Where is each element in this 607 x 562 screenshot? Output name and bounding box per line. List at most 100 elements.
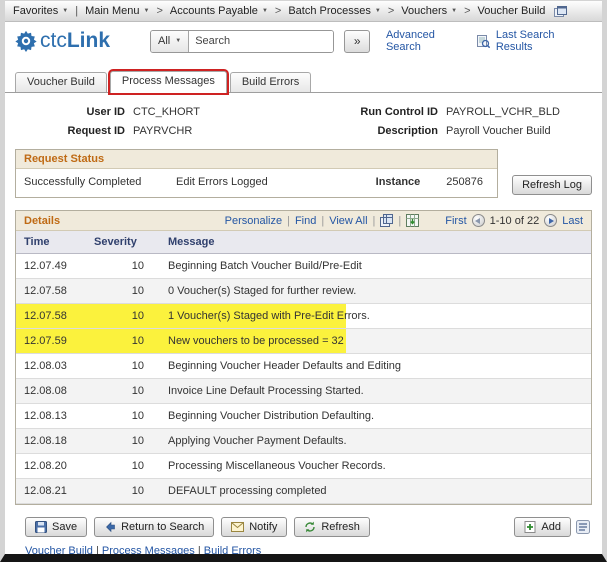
breadcrumb-item[interactable]: Main Menu ▼ — [85, 5, 149, 17]
cell-severity: 10 — [131, 310, 144, 322]
request-status-section: Request Status Successfully Completed Ed… — [15, 149, 592, 198]
breadcrumb-item[interactable]: Voucher Build — [478, 5, 546, 17]
column-header-time[interactable]: Time — [16, 231, 86, 253]
download-icon[interactable] — [406, 214, 420, 227]
return-to-search-button[interactable]: Return to Search — [94, 517, 215, 537]
details-header: Details Personalize | Find | View All | … — [16, 211, 591, 231]
cell-time: 12.08.20 — [24, 460, 67, 472]
cell-message: DEFAULT processing completed — [168, 485, 327, 497]
cell-time: 12.08.13 — [24, 410, 67, 422]
search-box: All ▼ — [150, 29, 335, 53]
app-header: ctcLink All ▼ » Advanced Search Last Sea… — [5, 22, 602, 62]
zoom-grid-icon[interactable] — [380, 214, 394, 227]
header-links: Advanced Search Last Search Results — [386, 29, 592, 53]
search-scope-dropdown[interactable]: All ▼ — [151, 30, 190, 52]
cell-severity: 10 — [131, 435, 144, 447]
table-row: 12.08.03 10 Beginning Voucher Header Def… — [16, 354, 591, 379]
tab-voucher-build[interactable]: Voucher Build — [15, 72, 107, 92]
tab-build-errors[interactable]: Build Errors — [229, 72, 312, 92]
table-row: 12.08.18 10 Applying Voucher Payment Def… — [16, 429, 591, 454]
breadcrumb-separator: > — [387, 5, 395, 17]
cell-message: New vouchers to be processed = 32 — [168, 335, 344, 347]
cell-time: 12.08.18 — [24, 435, 67, 447]
add-icon — [524, 521, 536, 533]
refresh-log-wrap: Refresh Log — [512, 175, 592, 198]
request-status-box: Request Status Successfully Completed Ed… — [15, 149, 498, 198]
table-row: 12.07.58 10 1 Voucher(s) Staged with Pre… — [16, 304, 591, 329]
request-status-title: Request Status — [16, 150, 497, 169]
cell-severity: 10 — [131, 410, 144, 422]
table-row: 12.08.20 10 Processing Miscellaneous Vou… — [16, 454, 591, 479]
add-button[interactable]: Add — [514, 517, 571, 537]
cell-message: Applying Voucher Payment Defaults. — [168, 435, 347, 447]
column-header-severity[interactable]: Severity — [86, 231, 160, 253]
breadcrumb-item-label: Accounts Payable — [169, 5, 258, 17]
tab-label: Build Errors — [241, 76, 300, 88]
logo-text: ctcLink — [40, 29, 111, 52]
link-separator: | — [92, 545, 102, 557]
paging-first-link[interactable]: First — [445, 215, 466, 227]
cell-message: 0 Voucher(s) Staged for further review. — [168, 285, 357, 297]
request-id-label: Request ID — [67, 125, 125, 137]
footer-link-voucher-build[interactable]: Voucher Build — [25, 545, 93, 554]
chevron-down-icon: ▼ — [261, 8, 268, 14]
new-window-icon[interactable] — [554, 5, 568, 17]
chevron-down-icon: ▼ — [451, 8, 458, 14]
table-row: 12.08.21 10 DEFAULT processing completed — [16, 479, 591, 504]
cell-message: Processing Miscellaneous Voucher Records… — [168, 460, 386, 472]
user-id-value: CTC_KHORT — [133, 106, 201, 118]
chevron-down-icon: ▼ — [62, 8, 69, 14]
search-area: All ▼ » Advanced Search Last Search Resu… — [150, 29, 592, 53]
application-window: Favorites ▼ | Main Menu ▼ > Accounts Payab… — [0, 0, 607, 562]
paging-next-icon[interactable] — [544, 214, 558, 227]
journal-icon[interactable] — [576, 520, 590, 534]
refresh-button[interactable]: Refresh — [294, 517, 370, 537]
pipe-separator: | — [372, 214, 376, 227]
edit-status-value: Edit Errors Logged — [176, 176, 268, 188]
tab-process-messages[interactable]: Process Messages — [109, 71, 227, 93]
cell-time: 12.08.08 — [24, 385, 67, 397]
table-row: 12.08.13 10 Beginning Voucher Distributi… — [16, 404, 591, 429]
pipe-separator: | — [321, 214, 325, 227]
save-button[interactable]: Save — [25, 517, 88, 537]
personalize-link[interactable]: Personalize — [225, 215, 282, 227]
breadcrumb-item-label: Batch Processes — [288, 5, 371, 17]
refresh-log-button[interactable]: Refresh Log — [512, 175, 592, 195]
breadcrumb-item[interactable]: Accounts Payable ▼ — [170, 5, 268, 17]
breadcrumb-item[interactable]: Favorites ▼ — [13, 5, 68, 17]
tab-label: Process Messages — [121, 75, 215, 87]
footer-link-process-messages[interactable]: Process Messages — [102, 545, 195, 554]
notify-button[interactable]: Notify — [221, 517, 288, 537]
advanced-search-link[interactable]: Advanced Search — [386, 29, 471, 53]
chevron-down-icon: ▼ — [143, 8, 150, 14]
breadcrumb-item-label: Favorites — [13, 5, 59, 17]
breadcrumb-separator: | — [75, 5, 79, 17]
table-row: 12.07.58 10 0 Voucher(s) Staged for furt… — [16, 279, 591, 304]
description-value: Payroll Voucher Build — [446, 125, 551, 137]
breadcrumb-item[interactable]: Vouchers ▼ — [401, 5, 457, 17]
breadcrumb-item[interactable]: Batch Processes ▼ — [288, 5, 381, 17]
view-all-link[interactable]: View All — [329, 215, 367, 227]
find-link[interactable]: Find — [295, 215, 316, 227]
cell-time: 12.07.58 — [24, 310, 67, 322]
breadcrumb-bar: Favorites ▼ | Main Menu ▼ > Accounts Payab… — [5, 1, 602, 22]
paging-last-link[interactable]: Last — [562, 215, 583, 227]
description-label: Description — [377, 125, 438, 137]
search-go-button[interactable]: » — [344, 29, 370, 53]
cell-message: Beginning Batch Voucher Build/Pre-Edit — [168, 260, 362, 272]
footer-link-build-errors[interactable]: Build Errors — [204, 545, 261, 554]
details-toolbar: Personalize | Find | View All | | — [225, 214, 420, 227]
footer-toolbar: Save Return to Search Notify Refresh Add — [15, 505, 592, 539]
request-status-value: Successfully Completed — [24, 176, 142, 188]
page-content: User ID CTC_KHORT Run Control ID PAYROLL… — [5, 93, 602, 557]
details-column-headers: Time Severity Message — [16, 231, 591, 254]
pipe-separator: | — [287, 214, 290, 227]
search-input[interactable] — [189, 30, 334, 52]
column-header-message[interactable]: Message — [160, 231, 591, 253]
envelope-icon — [231, 522, 245, 532]
paging-prev-icon[interactable] — [471, 214, 485, 227]
cell-time: 12.07.49 — [24, 260, 67, 272]
instance-label: Instance — [375, 176, 421, 188]
last-search-results-link[interactable]: Last Search Results — [496, 29, 592, 53]
cell-message: 1 Voucher(s) Staged with Pre-Edit Errors… — [168, 310, 370, 322]
